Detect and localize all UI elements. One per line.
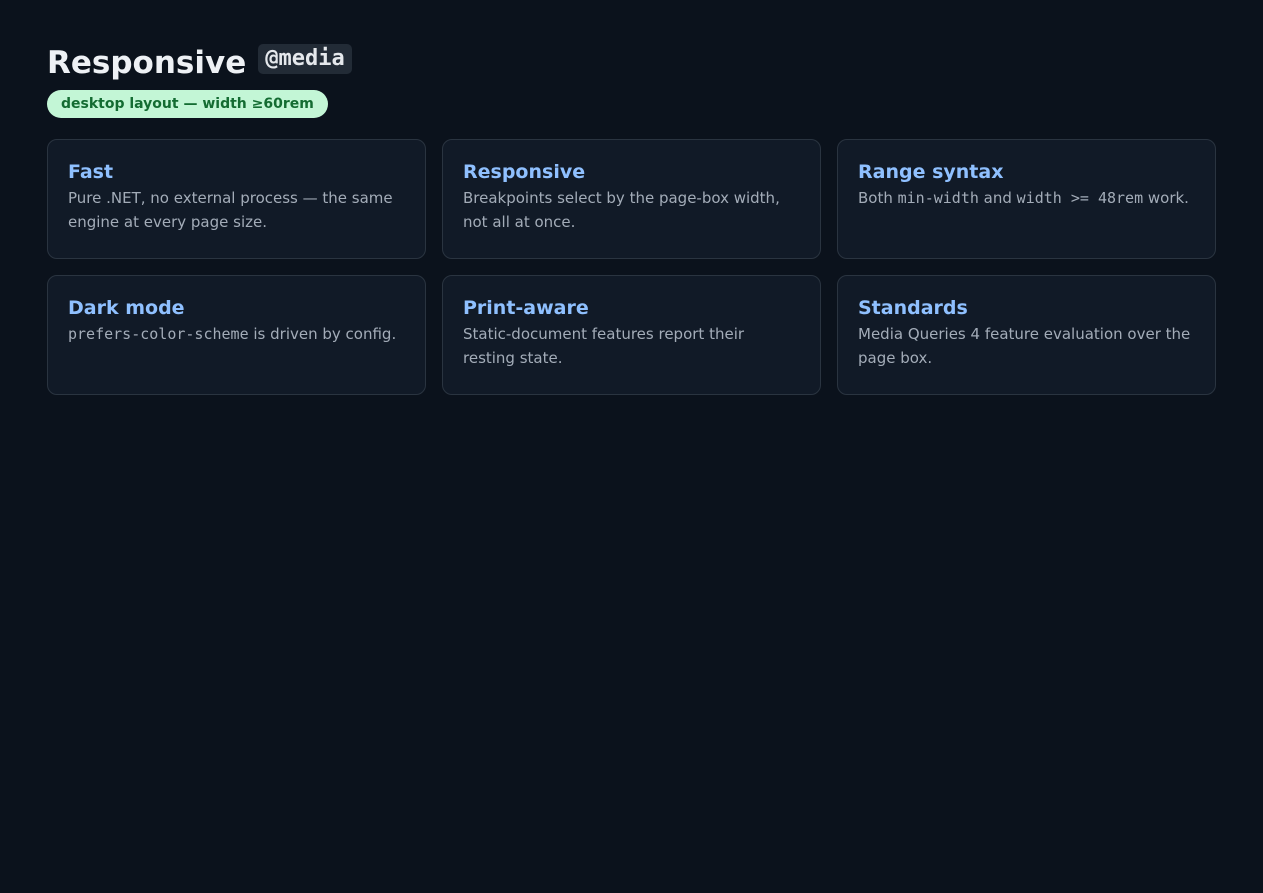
text-segment: Both — [858, 189, 898, 207]
card-title: Responsive — [463, 161, 586, 183]
card-description: Pure .NET, no external process — the sam… — [68, 189, 393, 231]
layout-status-badge: desktop layout — width ≥60rem — [47, 90, 328, 118]
card-title: Print-aware — [463, 297, 589, 319]
card-description: Breakpoints select by the page-box width… — [463, 189, 780, 231]
card-title: Standards — [858, 297, 968, 319]
code-snippet: prefers-color-scheme — [68, 325, 249, 343]
header: Responsive @media — [47, 44, 1216, 84]
text-segment: work. — [1143, 189, 1189, 207]
card-description: Static-document features report their re… — [463, 325, 745, 367]
text-segment: is driven by config. — [248, 325, 397, 343]
card-description: prefers-color-scheme is driven by config… — [68, 322, 405, 346]
feature-card-range-syntax: Range syntax Both min-width and width >=… — [837, 139, 1216, 259]
feature-card-responsive: Responsive Breakpoints select by the pag… — [442, 139, 821, 259]
card-title: Dark mode — [68, 297, 185, 319]
page-title: Responsive — [47, 45, 247, 81]
feature-card-dark-mode: Dark mode prefers-color-scheme is driven… — [47, 275, 426, 395]
card-title: Fast — [68, 161, 114, 183]
card-description: Both min-width and width >= 48rem work. — [858, 186, 1195, 210]
feature-card-standards: Standards Media Queries 4 feature evalua… — [837, 275, 1216, 395]
page: Responsive @media desktop layout — width… — [47, 44, 1216, 395]
feature-card-print-aware: Print-aware Static-document features rep… — [442, 275, 821, 395]
text-segment: and — [978, 189, 1017, 207]
feature-grid: Fast Pure .NET, no external process — th… — [47, 139, 1216, 395]
code-snippet: width >= 48rem — [1016, 189, 1144, 207]
card-title: Range syntax — [858, 161, 1004, 183]
feature-card-fast: Fast Pure .NET, no external process — th… — [47, 139, 426, 259]
card-description: Media Queries 4 feature evaluation over … — [858, 325, 1191, 367]
media-code-chip: @media — [258, 44, 352, 74]
code-snippet: min-width — [897, 189, 979, 207]
